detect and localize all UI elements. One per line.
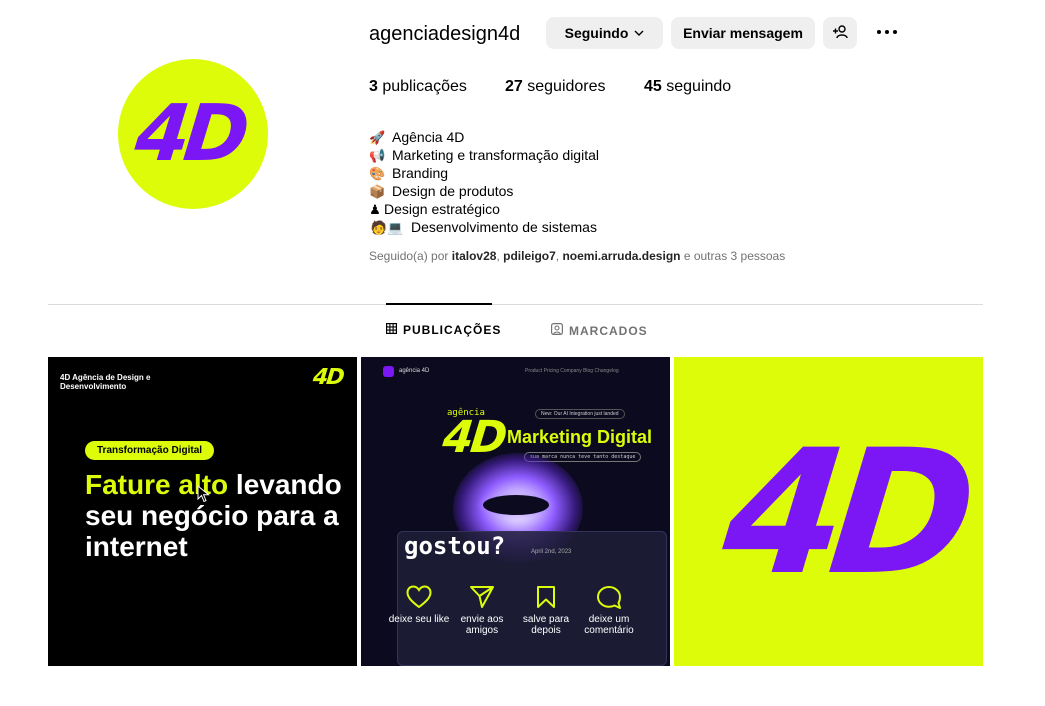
posts-count: 3 publicações	[369, 78, 467, 95]
more-options-icon[interactable]	[875, 20, 899, 44]
post-logo: 4D	[440, 412, 507, 463]
post-announcement-badge: New: Our AI Integration just landed	[535, 409, 625, 419]
bio-line: 🚀 Agência 4D	[369, 129, 465, 145]
heart-icon	[406, 585, 432, 609]
add-user-button[interactable]	[823, 17, 857, 49]
post-site-name: agência 4D	[399, 368, 430, 374]
active-tab-indicator	[386, 303, 492, 305]
bio-line: 📦 Design de produtos	[369, 183, 514, 199]
palette-icon: 🎨	[369, 165, 386, 181]
follower-link[interactable]: noemi.arruda.design	[562, 249, 680, 263]
bookmark-icon	[537, 586, 555, 608]
send-message-button[interactable]: Enviar mensagem	[671, 17, 815, 49]
tab-posts[interactable]: PUBLICAÇÕES	[386, 323, 501, 337]
post-action-save: salve para depois	[514, 585, 578, 636]
post-action-like: deixe seu like	[387, 585, 451, 625]
technologist-icon: 🧑💻	[370, 219, 404, 235]
tab-tagged[interactable]: MARCADOS	[551, 323, 648, 338]
profile-username: agenciadesign4d	[369, 23, 521, 45]
comment-icon	[597, 586, 621, 609]
post-action-send: envie aos amigos	[450, 585, 514, 636]
post-thumbnail[interactable]: 4D	[674, 357, 983, 666]
following-button[interactable]: Seguindo	[546, 17, 663, 49]
followers-link[interactable]: 27 seguidores	[505, 78, 606, 96]
post-thumbnail[interactable]: 4D Agência de Design e Desenvolvimento 4…	[48, 357, 357, 666]
megaphone-icon: 📢	[369, 147, 386, 163]
avatar-logo: 4D	[131, 89, 249, 179]
followed-by: Seguido(a) por italov28, pdileigo7, noem…	[369, 249, 786, 263]
bio-line: 🎨 Branding	[369, 165, 449, 181]
site-logo-icon	[383, 365, 394, 377]
post-title: Marketing Digital	[507, 427, 653, 447]
bio-line: 🧑💻 Desenvolvimento de sistemas	[370, 219, 597, 235]
profile-bio: 🚀 Agência 4D 📢 Marketing e transformação d…	[369, 128, 599, 236]
post-tag-pill: Transformação Digital	[85, 441, 215, 460]
post-headline: Fature alto levando seu negócio para a i…	[85, 469, 342, 562]
post-site-nav: agência 4D Product Pricing Company Blog …	[361, 357, 670, 385]
tagged-user-icon	[551, 323, 564, 338]
add-user-icon	[832, 24, 848, 42]
post-gostou-text: gostou?	[404, 532, 506, 560]
post-date: April 2nd, 2023	[531, 549, 572, 555]
bio-line: ♟ Design estratégico	[369, 201, 500, 217]
post-brand-text: 4D Agência de Design e Desenvolvimento	[60, 373, 151, 391]
post-action-comment: deixe um comentário	[577, 585, 641, 636]
following-link[interactable]: 45 seguindo	[644, 78, 731, 96]
post-thumbnail[interactable]: agência 4D Product Pricing Company Blog …	[361, 357, 670, 666]
package-icon: 📦	[369, 183, 386, 199]
post-site-links: Product Pricing Company Blog Changelog	[525, 368, 619, 374]
chevron-down-icon	[634, 27, 644, 39]
follower-link[interactable]: italov28	[452, 249, 497, 263]
mouse-cursor-icon	[197, 484, 211, 503]
post-logo: 4D	[312, 365, 345, 390]
profile-avatar[interactable]: 4D	[118, 59, 268, 209]
tabs-divider	[48, 304, 983, 305]
bio-line: 📢 Marketing e transformação digital	[369, 147, 599, 163]
chess-pawn-icon: ♟	[369, 201, 381, 217]
following-button-label: Seguindo	[564, 25, 629, 41]
rocket-icon: 🚀	[369, 129, 386, 145]
grid-icon	[386, 323, 398, 337]
post-eclipse-graphic	[483, 495, 549, 515]
send-icon	[470, 586, 494, 608]
follower-link[interactable]: pdileigo7	[503, 249, 556, 263]
post-logo: 4D	[715, 412, 972, 613]
